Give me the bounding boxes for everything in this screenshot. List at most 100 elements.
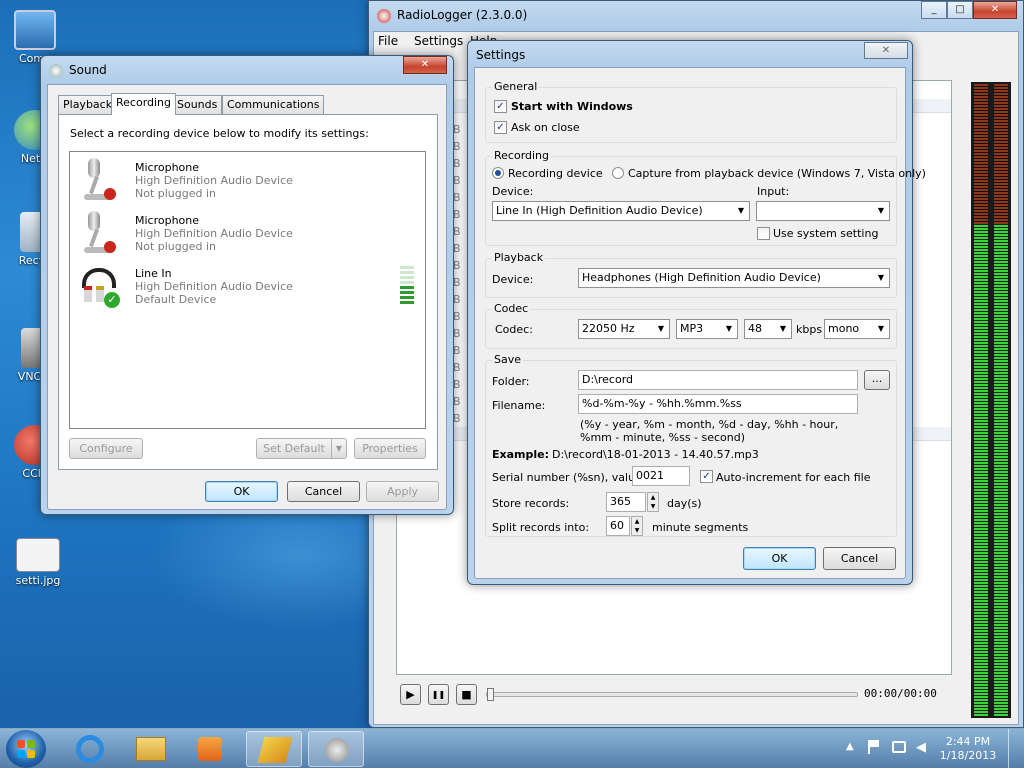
device-name: Line In <box>135 267 172 280</box>
recording-tab-panel: Select a recording device below to modif… <box>58 114 438 470</box>
split-records-label: Split records into: <box>492 521 590 534</box>
ask-on-close-label: Ask on close <box>511 121 580 134</box>
chevron-down-icon: ▼ <box>725 324 733 333</box>
set-default-dropdown-button[interactable]: ▼ <box>331 438 347 459</box>
sound-cancel-button[interactable]: Cancel <box>287 481 360 502</box>
tab-recording[interactable]: Recording <box>111 93 177 115</box>
group-save: Save Folder: D:\record ... Filename: %d-… <box>485 353 897 537</box>
browse-folder-button[interactable]: ... <box>864 370 890 390</box>
device-item[interactable]: Microphone High Definition Audio Device … <box>70 209 425 261</box>
device-item[interactable]: Microphone High Definition Audio Device … <box>70 156 425 208</box>
settings-cancel-button[interactable]: Cancel <box>823 547 896 570</box>
settings-ok-button[interactable]: OK <box>743 547 816 570</box>
device-name: Microphone <box>135 161 200 174</box>
settings-client: General ✓ Start with Windows ✓ Ask on cl… <box>474 67 926 579</box>
device-driver: High Definition Audio Device <box>135 174 293 187</box>
serial-number-input[interactable]: 0021 <box>632 466 690 486</box>
show-desktop-button[interactable] <box>1008 729 1023 768</box>
close-button[interactable]: ✕ <box>973 1 1017 19</box>
microphone-icon <box>78 158 124 204</box>
folder-icon <box>136 737 166 761</box>
seek-bar[interactable] <box>486 688 858 701</box>
channels-select[interactable]: mono ▼ <box>824 319 890 339</box>
group-general: General ✓ Start with Windows ✓ Ask on cl… <box>485 80 897 143</box>
split-records-spinner[interactable]: ▲ ▼ <box>631 516 643 536</box>
bitrate-select[interactable]: 48 ▼ <box>744 319 792 339</box>
recording-device-list[interactable]: Microphone High Definition Audio Device … <box>69 151 426 429</box>
auto-increment-checkbox[interactable]: ✓ <box>700 470 713 483</box>
tab-communications[interactable]: Communications <box>222 95 325 114</box>
chevron-down-icon: ▼ <box>877 206 885 215</box>
settings-close-button[interactable]: ✕ <box>864 42 908 59</box>
menu-settings[interactable]: Settings <box>414 34 463 48</box>
start-with-windows-label: Start with Windows <box>511 100 633 113</box>
store-records-input[interactable]: 365 <box>606 492 646 512</box>
recording-input-select[interactable]: ▼ <box>756 201 890 221</box>
recording-input-label: Input: <box>757 185 790 198</box>
chevron-down-icon: ▼ <box>877 273 885 282</box>
media-player-icon <box>198 737 222 761</box>
set-default-button[interactable]: Set Default <box>256 438 332 459</box>
taskbar-media-player[interactable] <box>182 731 238 767</box>
sound-ok-button[interactable]: OK <box>205 481 278 502</box>
sound-caption-buttons: ✕ <box>403 56 447 74</box>
menu-file[interactable]: File <box>378 34 398 48</box>
start-with-windows-checkbox[interactable]: ✓ <box>494 100 507 113</box>
minimize-button[interactable]: _ <box>921 1 947 19</box>
device-status: Not plugged in <box>135 187 217 200</box>
taskbar-radiologger[interactable] <box>246 731 302 767</box>
sample-rate-select[interactable]: 22050 Hz ▼ <box>578 319 670 339</box>
play-button[interactable]: ▶ <box>400 684 421 705</box>
image-file-icon <box>16 538 60 572</box>
folder-input[interactable]: D:\record <box>578 370 858 390</box>
ask-on-close-checkbox[interactable]: ✓ <box>494 121 507 134</box>
tab-sounds[interactable]: Sounds <box>172 95 223 114</box>
taskbar-explorer[interactable] <box>122 731 178 767</box>
recording-device-select[interactable]: Line In (High Definition Audio Device) ▼ <box>492 201 750 221</box>
chevron-down-icon: ▼ <box>779 324 787 333</box>
split-records-unit: minute segments <box>652 521 749 534</box>
seek-handle[interactable] <box>487 688 494 701</box>
clock[interactable]: 2:44 PM 1/18/2013 <box>938 735 998 763</box>
tab-playback[interactable]: Playback <box>58 95 118 114</box>
kbps-label: kbps <box>796 323 823 336</box>
recording-device-radio[interactable] <box>492 167 504 179</box>
taskbar-sound[interactable] <box>308 731 364 767</box>
volume-tray-icon[interactable]: ◀ <box>916 740 926 755</box>
stop-button[interactable]: ■ <box>456 684 477 705</box>
network-tray-icon[interactable] <box>892 741 906 753</box>
split-records-input[interactable]: 60 <box>606 516 630 536</box>
format-select[interactable]: MP3 ▼ <box>676 319 738 339</box>
store-records-label: Store records: <box>492 497 570 510</box>
store-records-spinner[interactable]: ▲ ▼ <box>647 492 659 512</box>
maximize-button[interactable]: □ <box>947 1 973 19</box>
show-hidden-icons[interactable]: ▲ <box>846 741 854 752</box>
configure-button[interactable]: Configure <box>69 438 143 459</box>
device-item[interactable]: ✓ Line In High Definition Audio Device D… <box>70 262 425 314</box>
group-save-label: Save <box>492 353 524 366</box>
pause-button[interactable]: ❚❚ <box>428 684 449 705</box>
start-button[interactable] <box>6 730 46 768</box>
properties-button[interactable]: Properties <box>354 438 426 459</box>
filename-input[interactable]: %d-%m-%y - %hh.%mm.%ss <box>578 394 858 414</box>
sound-apply-button[interactable]: Apply <box>366 481 439 502</box>
station-list-rows: BBBBBBBBBBBBBBBBBB <box>453 123 461 425</box>
group-playback: Playback Device: Headphones (High Defini… <box>485 251 897 298</box>
vu-meter-left-peak <box>974 84 988 224</box>
capture-playback-radio[interactable] <box>612 167 624 179</box>
default-check-icon: ✓ <box>104 292 120 308</box>
codec-label: Codec: <box>495 323 533 336</box>
filename-hint-line1: (%y - year, %m - month, %d - day, %hh - … <box>580 418 839 431</box>
desktop-icon-setti-jpg[interactable]: setti.jpg <box>3 538 73 587</box>
radiologger-title: RadioLogger (2.3.0.0) <box>397 8 528 22</box>
sound-close-button[interactable]: ✕ <box>403 56 447 74</box>
group-playback-label: Playback <box>492 251 546 264</box>
playback-device-select[interactable]: Headphones (High Definition Audio Device… <box>578 268 890 288</box>
device-status: Not plugged in <box>135 240 217 253</box>
use-system-setting-checkbox[interactable] <box>757 227 770 240</box>
taskbar-internet-explorer[interactable] <box>62 731 118 767</box>
settings-dialog: Settings ✕ General ✓ Start with Windows … <box>467 40 926 585</box>
action-center-flag-icon[interactable] <box>868 740 880 754</box>
group-recording: Recording Recording device Capture from … <box>485 149 926 246</box>
example-value: D:\record\18-01-2013 - 14.40.57.mp3 <box>552 448 759 461</box>
